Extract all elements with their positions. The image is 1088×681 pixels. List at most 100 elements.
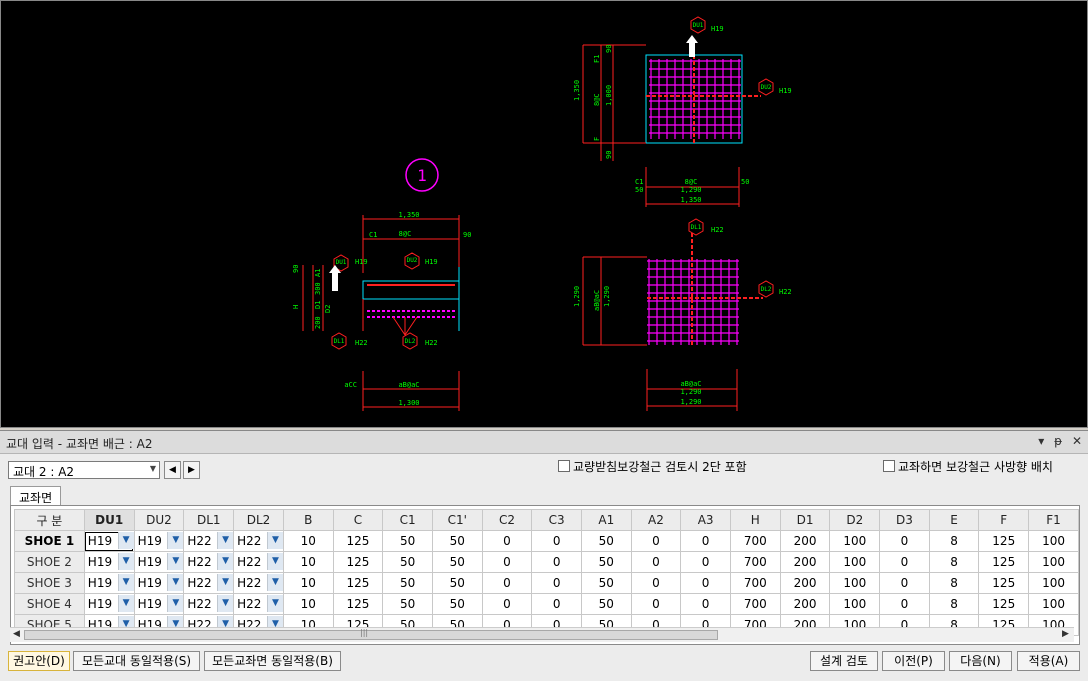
- panel-close-icon[interactable]: ✕: [1072, 434, 1082, 448]
- numeric-cell[interactable]: 700: [729, 551, 781, 573]
- dropdown-arrow-icon[interactable]: ▼: [117, 553, 134, 570]
- numeric-cell[interactable]: 0: [680, 593, 731, 615]
- numeric-cell[interactable]: 0: [531, 572, 582, 594]
- dropdown-arrow-icon[interactable]: ▼: [217, 553, 233, 570]
- numeric-cell[interactable]: 125: [332, 530, 384, 552]
- dropdown-arrow-icon[interactable]: ▼: [266, 553, 283, 570]
- numeric-cell[interactable]: 100: [1028, 530, 1079, 552]
- rebar-select-cell[interactable]: H22 ▼: [183, 551, 235, 573]
- numeric-cell[interactable]: 0: [531, 530, 582, 552]
- numeric-cell[interactable]: 700: [729, 530, 781, 552]
- numeric-cell[interactable]: 0: [879, 572, 930, 594]
- design-check-button[interactable]: 설계 검토: [810, 651, 878, 671]
- next-abutment-button[interactable]: ▶: [183, 461, 200, 479]
- numeric-cell[interactable]: 125: [332, 593, 384, 615]
- numeric-cell[interactable]: 10: [282, 551, 334, 573]
- row-header[interactable]: SHOE 1: [14, 530, 85, 552]
- dropdown-arrow-icon[interactable]: ▼: [167, 595, 183, 612]
- rebar-select-cell[interactable]: H19 ▼: [83, 530, 135, 552]
- numeric-cell[interactable]: 50: [431, 572, 483, 594]
- column-header[interactable]: F1: [1028, 509, 1079, 531]
- numeric-cell[interactable]: 0: [481, 530, 533, 552]
- horizontal-scrollbar[interactable]: ◀ ||| ▶: [10, 627, 1074, 642]
- numeric-cell[interactable]: 50: [580, 530, 632, 552]
- numeric-cell[interactable]: 0: [680, 530, 731, 552]
- numeric-cell[interactable]: 100: [829, 593, 881, 615]
- numeric-cell[interactable]: 50: [580, 593, 632, 615]
- column-header[interactable]: A1: [580, 509, 632, 531]
- chevron-down-icon[interactable]: ▼: [150, 464, 156, 473]
- column-header[interactable]: DU2: [133, 509, 185, 531]
- apply-button[interactable]: 적용(A): [1017, 651, 1080, 671]
- column-header[interactable]: E: [928, 509, 980, 531]
- checkbox-box[interactable]: [558, 460, 570, 472]
- scroll-right-icon[interactable]: ▶: [1062, 629, 1069, 639]
- numeric-cell[interactable]: 0: [680, 572, 731, 594]
- apply-all-abutments-button[interactable]: 모든교대 동일적용(S): [73, 651, 200, 671]
- apply-all-seats-button[interactable]: 모든교좌면 동일적용(B): [204, 651, 341, 671]
- column-header[interactable]: D3: [879, 509, 930, 531]
- numeric-cell[interactable]: 0: [481, 572, 533, 594]
- rebar-select-cell[interactable]: H22 ▼: [233, 593, 284, 615]
- row-header[interactable]: SHOE 4: [14, 593, 85, 615]
- prev-abutment-button[interactable]: ◀: [164, 461, 181, 479]
- rebar-select-cell[interactable]: H19 ▼: [83, 551, 135, 573]
- rebar-select-cell[interactable]: H22 ▼: [233, 572, 284, 594]
- numeric-cell[interactable]: 100: [829, 530, 881, 552]
- numeric-cell[interactable]: 100: [1028, 551, 1079, 573]
- numeric-cell[interactable]: 125: [332, 572, 384, 594]
- numeric-cell[interactable]: 10: [282, 593, 334, 615]
- numeric-cell[interactable]: 0: [481, 593, 533, 615]
- numeric-cell[interactable]: 0: [680, 551, 731, 573]
- dropdown-arrow-icon[interactable]: ▼: [266, 532, 283, 549]
- rebar-select-cell[interactable]: H22 ▼: [183, 572, 235, 594]
- rebar-select-cell[interactable]: H22 ▼: [183, 530, 235, 552]
- rebar-select-cell[interactable]: H19 ▼: [133, 593, 185, 615]
- column-header[interactable]: D2: [829, 509, 881, 531]
- numeric-cell[interactable]: 200: [779, 551, 831, 573]
- numeric-cell[interactable]: 100: [829, 551, 881, 573]
- column-header[interactable]: C1': [431, 509, 483, 531]
- dropdown-arrow-icon[interactable]: ▼: [217, 574, 233, 591]
- numeric-cell[interactable]: 0: [531, 551, 582, 573]
- numeric-cell[interactable]: 0: [630, 530, 682, 552]
- numeric-cell[interactable]: 100: [829, 572, 881, 594]
- rebar-select-cell[interactable]: H22 ▼: [183, 593, 235, 615]
- numeric-cell[interactable]: 8: [928, 530, 980, 552]
- dropdown-arrow-icon[interactable]: ▼: [266, 574, 283, 591]
- numeric-cell[interactable]: 8: [928, 593, 980, 615]
- row-header[interactable]: SHOE 3: [14, 572, 85, 594]
- numeric-cell[interactable]: 125: [978, 572, 1030, 594]
- numeric-cell[interactable]: 8: [928, 572, 980, 594]
- numeric-cell[interactable]: 700: [729, 593, 781, 615]
- numeric-cell[interactable]: 0: [531, 593, 582, 615]
- dropdown-arrow-icon[interactable]: ▼: [217, 595, 233, 612]
- numeric-cell[interactable]: 100: [1028, 593, 1079, 615]
- previous-button[interactable]: 이전(P): [882, 651, 945, 671]
- rebar-select-cell[interactable]: H22 ▼: [233, 551, 284, 573]
- numeric-cell[interactable]: 0: [630, 551, 682, 573]
- column-header[interactable]: DU1: [83, 509, 135, 531]
- numeric-cell[interactable]: 50: [382, 593, 433, 615]
- numeric-cell[interactable]: 700: [729, 572, 781, 594]
- abutment-selector[interactable]: 교대 2 : A2 ▼: [8, 461, 160, 479]
- numeric-cell[interactable]: 0: [630, 593, 682, 615]
- rebar-select-cell[interactable]: H19 ▼: [133, 530, 185, 552]
- checkbox-box[interactable]: [883, 460, 895, 472]
- column-header[interactable]: A3: [680, 509, 731, 531]
- column-header[interactable]: B: [282, 509, 334, 531]
- row-header[interactable]: SHOE 2: [14, 551, 85, 573]
- numeric-cell[interactable]: 200: [779, 572, 831, 594]
- cad-drawing-viewport[interactable]: 1 1,350 8@C 90 C1 DU1 H19 DU2 H19 DL1 H2…: [0, 0, 1088, 428]
- numeric-cell[interactable]: 8: [928, 551, 980, 573]
- numeric-cell[interactable]: 50: [580, 572, 632, 594]
- panel-menu-icon[interactable]: ▾: [1038, 434, 1044, 448]
- numeric-cell[interactable]: 0: [481, 551, 533, 573]
- panel-pin-icon[interactable]: ᵽ: [1054, 434, 1062, 448]
- numeric-cell[interactable]: 50: [431, 593, 483, 615]
- dropdown-arrow-icon[interactable]: ▼: [117, 595, 134, 612]
- diagonal-rebar-checkbox[interactable]: 교좌하면 보강철근 사방향 배치: [883, 459, 1053, 475]
- numeric-cell[interactable]: 100: [1028, 572, 1079, 594]
- column-header[interactable]: D1: [779, 509, 831, 531]
- column-header[interactable]: C2: [481, 509, 533, 531]
